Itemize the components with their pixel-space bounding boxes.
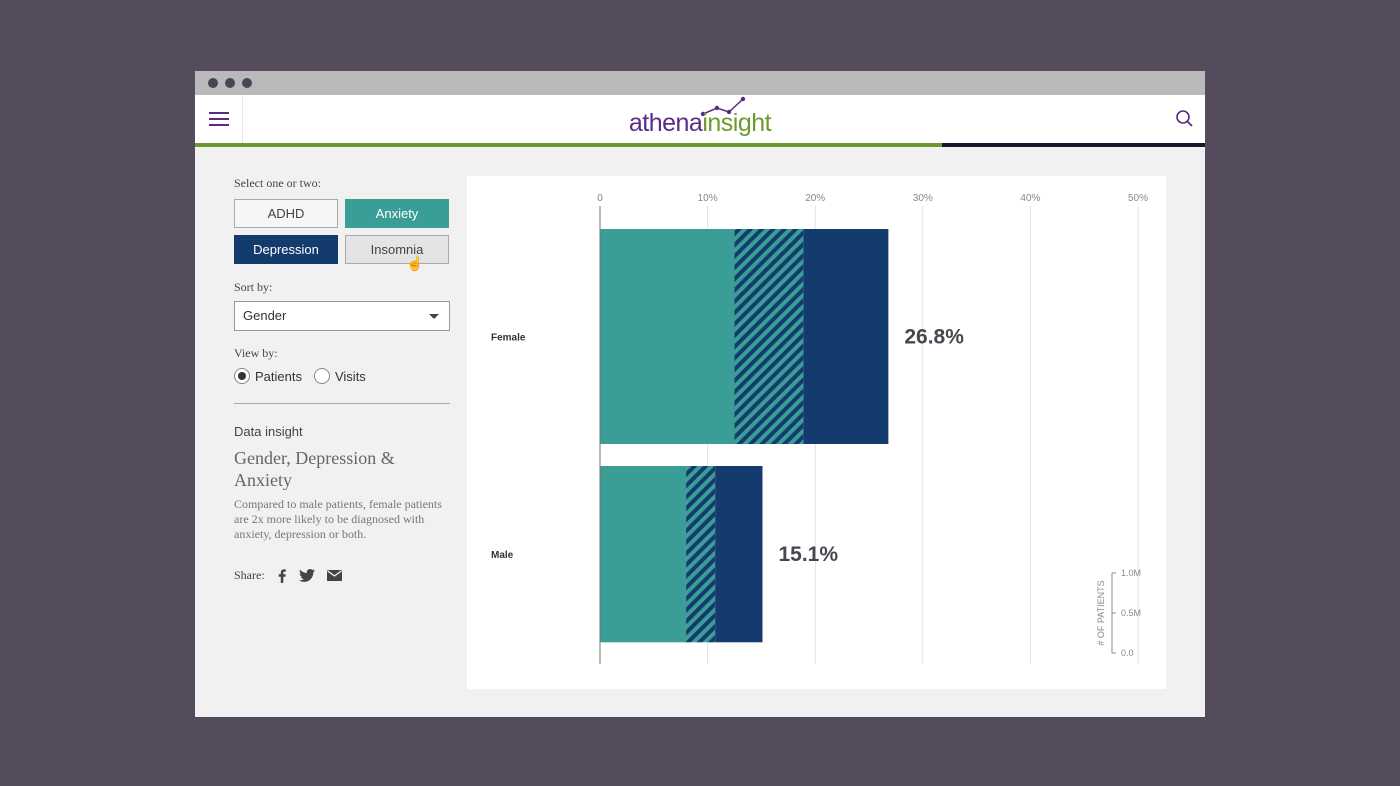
page-progress-bar — [195, 143, 1205, 147]
insight-title: Gender, Depression & Anxiety — [234, 448, 395, 490]
bar-segment — [600, 466, 687, 643]
brand-part1: athena — [629, 109, 703, 137]
controls-panel: Select one or two: ADHD Anxiety Depressi… — [234, 176, 450, 583]
bar-segment — [686, 466, 716, 643]
twitter-icon[interactable] — [298, 569, 315, 582]
bar-segment — [734, 229, 804, 444]
bar-chart: 0 10% 20% 30% 40% 50% Female 26.8% Male 15.1% 1.0M… — [491, 193, 1148, 664]
bar-segment — [600, 229, 735, 444]
bar-segment — [803, 229, 889, 444]
svg-text:athenainsight: athenainsight — [629, 109, 772, 137]
divider — [234, 403, 450, 404]
view-label: View by: — [234, 346, 278, 360]
radio-patients[interactable] — [234, 368, 250, 384]
condition-button-depression[interactable]: Depression — [234, 235, 338, 264]
x-tick-label: 40% — [1020, 193, 1040, 204]
search-icon[interactable] — [1175, 109, 1195, 129]
site-header: athenainsight — [195, 95, 1205, 143]
sort-select-value: Gender — [243, 308, 287, 323]
window-chrome — [195, 71, 1205, 95]
window-dot — [208, 78, 218, 88]
sort-select[interactable]: Gender — [234, 301, 450, 331]
radio-patients-label[interactable]: Patients — [255, 369, 302, 384]
condition-button-insomnia[interactable]: Insomnia — [345, 235, 449, 264]
total-label: 15.1% — [778, 543, 838, 566]
x-tick-label: 30% — [913, 193, 933, 204]
site-logo[interactable]: athenainsight — [195, 95, 1205, 143]
condition-buttons: ADHD Anxiety Depression Insomnia ☝ — [234, 199, 450, 271]
share-row: Share: — [234, 568, 450, 583]
bar-segment — [715, 466, 763, 643]
sort-label: Sort by: — [234, 280, 273, 294]
email-icon[interactable] — [326, 570, 342, 581]
condition-button-adhd[interactable]: ADHD — [234, 199, 338, 228]
insight-label: Data insight — [234, 424, 303, 439]
brand-part2: insight — [702, 109, 771, 137]
facebook-icon[interactable] — [277, 568, 287, 583]
x-tick-label: 50% — [1128, 193, 1148, 204]
x-tick-label: 20% — [805, 193, 825, 204]
radio-visits-label[interactable]: Visits — [335, 369, 366, 384]
legend-tick-label: 1.0M — [1121, 568, 1141, 578]
category-label: Male — [491, 550, 514, 561]
share-label: Share: — [234, 568, 265, 582]
browser-window: athenainsight Select one or two: ADHD An… — [195, 71, 1205, 717]
view-options: Patients Visits — [234, 368, 450, 384]
condition-button-anxiety[interactable]: Anxiety — [345, 199, 449, 228]
legend-title: # OF PATIENTS — [1096, 580, 1106, 645]
radio-visits[interactable] — [313, 368, 330, 384]
progress-fill — [195, 143, 943, 147]
category-label: Female — [491, 333, 526, 344]
x-tick-label: 0 — [597, 193, 603, 204]
window-dot — [225, 78, 235, 88]
window-dot — [242, 78, 252, 88]
x-tick-label: 10% — [698, 193, 718, 204]
select-label: Select one or two: — [234, 176, 321, 190]
legend-tick-label: 0.0 — [1121, 648, 1134, 658]
legend-tick-label: 0.5M — [1121, 608, 1141, 618]
hand-pointer-icon: ☝ — [406, 255, 424, 271]
chart-card: 0 10% 20% 30% 40% 50% Female 26.8% Male 15.1% 1.0M… — [467, 176, 1166, 689]
total-label: 26.8% — [904, 326, 964, 349]
logo-graphic: athenainsight — [629, 96, 772, 137]
chevron-down-icon — [429, 314, 439, 319]
insight-text: Compared to male patients, female patien… — [234, 497, 442, 541]
